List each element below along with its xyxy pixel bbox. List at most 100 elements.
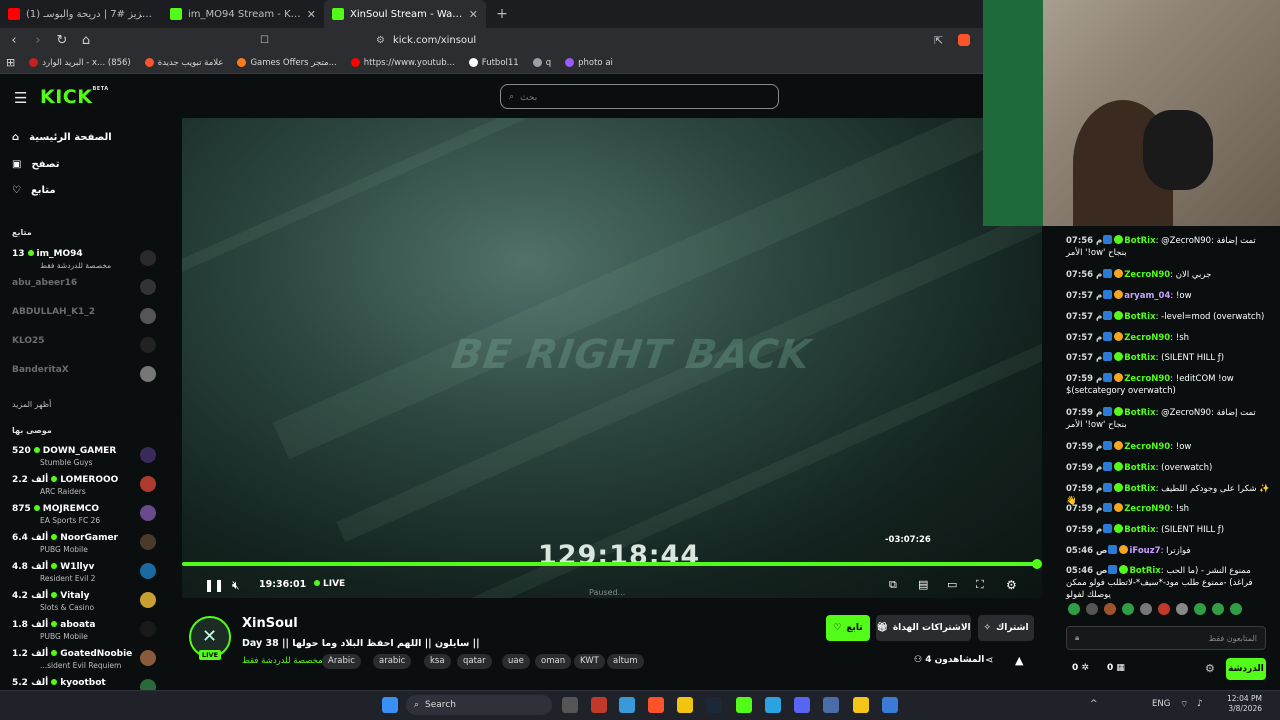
chat-username[interactable]: BotRix	[1124, 236, 1155, 246]
points-counter-b[interactable]: 0 ▦	[1107, 663, 1125, 673]
bookmark-futbol11[interactable]: Futbol11	[468, 58, 519, 68]
sidebar-item-browse[interactable]: ▣ تصفح	[12, 159, 59, 170]
emote-icon[interactable]	[1212, 603, 1224, 615]
chat-username[interactable]: ZecroN90	[1124, 333, 1170, 343]
app-icon[interactable]	[823, 697, 839, 713]
sidebar-channel[interactable]: 6.4 ألف NoorGamer PUBG Mobile	[12, 531, 160, 557]
stream-tag[interactable]: qatar	[457, 654, 492, 669]
settings-gear-icon[interactable]: ⚙	[1006, 578, 1017, 592]
stream-tag[interactable]: KWT	[574, 654, 605, 669]
kick-logo[interactable]: KICKBETA	[40, 86, 109, 108]
sidebar-item-home[interactable]: ⌂ الصفحة الرئيسية	[12, 132, 112, 143]
browser-tab-1[interactable]: (1) حروف مع عزيز #7 | دريحة والبوسـ	[0, 0, 162, 28]
chat-username[interactable]: iFouz7	[1129, 546, 1160, 556]
app-icon[interactable]	[853, 697, 869, 713]
subscribe-button[interactable]: ✧ اشتراك	[978, 615, 1034, 641]
emote-icon[interactable]	[1176, 603, 1188, 615]
brave-shield-icon[interactable]	[958, 34, 970, 46]
bookmark-youtube[interactable]: https://www.youtub...	[350, 58, 455, 68]
sidebar-channel[interactable]: KLO25	[12, 334, 160, 360]
mute-icon[interactable]: 🔇︎	[232, 578, 240, 593]
bookmark-games[interactable]: Games Offers متجر...	[237, 58, 337, 68]
chat-username[interactable]: BotRix	[1124, 463, 1155, 473]
emote-icon[interactable]	[1158, 603, 1170, 615]
chat-username[interactable]: BotRix	[1124, 484, 1155, 494]
emote-icon[interactable]	[1230, 603, 1242, 615]
sidebar-channel[interactable]: 875 MOJREMCO EA Sports FC 26	[12, 502, 160, 528]
site-info-icon[interactable]: ⚙	[376, 35, 385, 46]
pause-icon[interactable]: ❚❚	[204, 578, 224, 592]
sidebar-channel[interactable]: 4.8 ألف W1llyv Resident Evil 2	[12, 560, 160, 586]
emote-icon[interactable]	[1068, 603, 1080, 615]
sidebar-channel[interactable]: 1.8 ألف aboata PUBG Mobile	[12, 618, 160, 644]
windows-start-icon[interactable]	[382, 697, 398, 713]
back-icon[interactable]: ‹	[4, 33, 24, 48]
sidebar-channel[interactable]: abu_abeer16	[12, 276, 160, 302]
fullscreen-icon[interactable]: ⛶	[976, 578, 984, 592]
search-bar[interactable]: ⌕	[500, 84, 779, 109]
emote-icon[interactable]	[1086, 603, 1098, 615]
seek-knob[interactable]	[1032, 559, 1042, 569]
url-text[interactable]: kick.com/xinsoul	[393, 35, 476, 46]
points-counter-a[interactable]: 0 ✲	[1072, 663, 1089, 673]
reload-icon[interactable]: ↻	[52, 33, 72, 48]
stream-tag[interactable]: Arabic	[322, 654, 361, 669]
chat-username[interactable]: ZecroN90	[1124, 374, 1170, 384]
sidebar-channel[interactable]: BanderitaX	[12, 363, 160, 389]
new-tab-button[interactable]: +	[492, 6, 512, 22]
emote-icon[interactable]	[1122, 603, 1134, 615]
chat-username[interactable]: ZecroN90	[1124, 270, 1170, 280]
emote-icon[interactable]	[1194, 603, 1206, 615]
chat-username[interactable]: BotRix	[1124, 312, 1155, 322]
wifi-icon[interactable]: ⌔	[1180, 699, 1188, 710]
show-more-link[interactable]: أظهر المزيد	[12, 400, 51, 409]
chat-username[interactable]: ZecroN90	[1124, 442, 1170, 452]
report-icon[interactable]: ▲	[1015, 654, 1023, 667]
taskbar-search[interactable]: ⌕ Search	[406, 695, 552, 715]
sidebar-channel[interactable]: 2.2 ألف LOMEROOO ARC Raiders	[12, 473, 160, 499]
browser-tab-2[interactable]: im_MO94 Stream - Kick Dashboa ✕	[162, 0, 324, 28]
browser-tab-3-active[interactable]: XinSoul Stream - Watch Live on K ✕	[324, 0, 486, 28]
sidebar-channel[interactable]: 520 DOWN_GAMER Stumble Guys	[12, 444, 160, 470]
chat-username[interactable]: aryam_04	[1124, 291, 1170, 301]
stream-tag[interactable]: ksa	[424, 654, 451, 669]
taskbar-clock[interactable]: 12:04 PM 3/8/2026	[1218, 694, 1262, 714]
app-icon[interactable]	[619, 697, 635, 713]
apps-grid-icon[interactable]: ⊞	[6, 56, 15, 69]
sidebar-channel[interactable]: 4.2 ألف Vitaly Slots & Casino	[12, 589, 160, 615]
chat-settings-icon[interactable]: ⚙	[1205, 662, 1215, 675]
chat-username[interactable]: BotRix	[1124, 525, 1155, 535]
home-icon[interactable]: ⌂	[76, 33, 96, 48]
chat-username[interactable]: BotRix	[1124, 353, 1155, 363]
stream-tag[interactable]: uae	[502, 654, 530, 669]
chat-input[interactable]: 🔒︎ المتابعون فقط	[1066, 626, 1266, 650]
theater-mode-icon[interactable]: ▭	[947, 578, 957, 591]
follow-button[interactable]: ♡ تابع	[826, 615, 870, 641]
bookmark-q[interactable]: q	[532, 58, 551, 68]
bookmark-new-tab[interactable]: علامة تبويب جديدة	[144, 58, 223, 68]
volume-icon[interactable]: ♪	[1197, 699, 1203, 709]
stream-tag[interactable]: arabic	[373, 654, 412, 669]
search-input[interactable]	[520, 91, 761, 102]
mini-player-icon[interactable]: ⧉	[889, 578, 897, 592]
discord-icon[interactable]	[794, 697, 810, 713]
sidebar-channel[interactable]: ABDULLAH_K1_2	[12, 305, 160, 331]
language-indicator[interactable]: ENG	[1152, 699, 1170, 709]
channel-name[interactable]: XinSoul	[242, 616, 298, 631]
bookmark-icon[interactable]: ☐	[260, 35, 269, 46]
kick-app-icon[interactable]	[736, 697, 752, 713]
sidebar-channel[interactable]: 1.2 ألف GoatedNoobie ...sident Evil Requie…	[12, 647, 160, 673]
forward-icon[interactable]: ›	[28, 33, 48, 48]
gift-subs-button[interactable]: 🎁︎ الاشتراكات الهداة	[876, 615, 971, 641]
adobe-icon[interactable]	[591, 697, 607, 713]
clip-icon[interactable]: ▤	[918, 578, 928, 591]
stream-category[interactable]: مخصصة للدردشة فقط	[242, 656, 323, 666]
emote-icon[interactable]	[1140, 603, 1152, 615]
stream-tag[interactable]: oman	[535, 654, 572, 669]
bookmark-photo-ai[interactable]: photo ai	[565, 58, 613, 68]
chat-username[interactable]: BotRix	[1129, 566, 1160, 576]
emote-icon[interactable]	[1104, 603, 1116, 615]
close-tab-icon[interactable]: ✕	[469, 8, 478, 21]
close-tab-icon[interactable]: ✕	[307, 8, 316, 21]
telegram-icon[interactable]	[765, 697, 781, 713]
